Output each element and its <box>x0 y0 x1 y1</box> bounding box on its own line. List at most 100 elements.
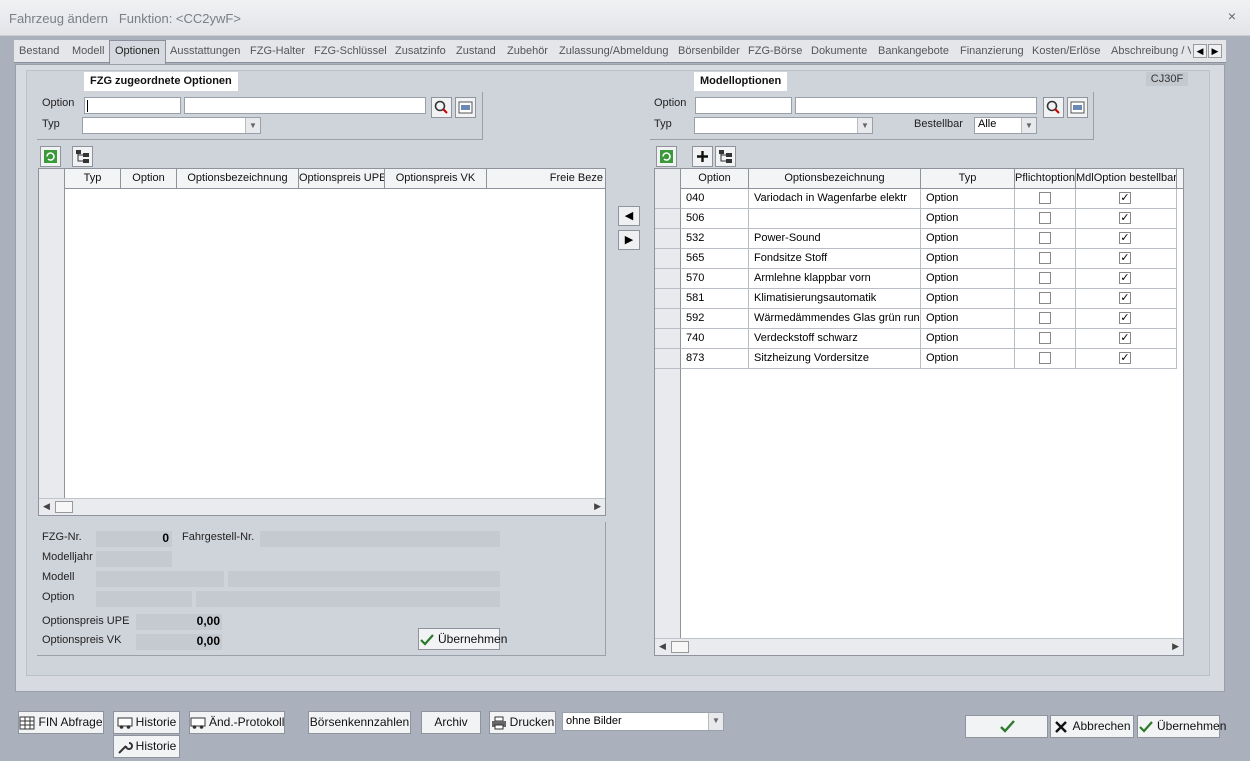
detail-uebernehmen-button[interactable]: Übernehmen <box>418 628 507 650</box>
table-row[interactable]: 565 Fondsitze Stoff Option ✓ <box>655 249 1183 269</box>
row-selector[interactable] <box>655 329 681 349</box>
cell-desc[interactable]: Variodach in Wagenfarbe elektr <box>749 189 921 209</box>
historie-sub-button[interactable]: Historie <box>113 735 180 758</box>
row-selector[interactable] <box>655 309 681 329</box>
aend-protokoll-button[interactable]: Änd.-Protokoll <box>189 711 285 734</box>
col-header-freie-bezeichnung[interactable]: Freie Beze <box>487 169 605 189</box>
table-row[interactable]: 532 Power-Sound Option ✓ <box>655 229 1183 249</box>
drucken-button[interactable]: Drucken <box>489 711 556 734</box>
pflichtoption-checkbox[interactable] <box>1039 232 1051 244</box>
chevron-down-icon[interactable]: ▼ <box>857 118 872 133</box>
cell-typ[interactable]: Option <box>921 349 1015 369</box>
tab-kosten-erloese[interactable]: Kosten/Erlöse <box>1032 44 1100 62</box>
tab-zulassung[interactable]: Zulassung/Abmeldung <box>559 44 668 62</box>
cell-typ[interactable]: Option <box>921 309 1015 329</box>
clear-filter-icon[interactable] <box>455 97 476 118</box>
right-option-input[interactable] <box>695 97 792 114</box>
tab-fzg-schluessel[interactable]: FZG-Schlüssel <box>314 44 387 62</box>
left-option-desc-input[interactable] <box>184 97 426 114</box>
table-row[interactable]: 570 Armlehne klappbar vorn Option ✓ <box>655 269 1183 289</box>
tab-bankangebote[interactable]: Bankangebote <box>878 44 949 62</box>
move-left-icon[interactable]: ◀ <box>618 206 640 226</box>
right-tree-icon[interactable] <box>715 146 736 167</box>
col-header-optionspreis-vk[interactable]: Optionspreis VK <box>385 169 487 189</box>
bestellbar-checkbox[interactable]: ✓ <box>1119 352 1131 364</box>
pflichtoption-checkbox[interactable] <box>1039 352 1051 364</box>
cell-desc[interactable]: Klimatisierungsautomatik <box>749 289 921 309</box>
col-header-option[interactable]: Option <box>121 169 177 189</box>
cell-option[interactable]: 532 <box>681 229 749 249</box>
bestellbar-checkbox[interactable]: ✓ <box>1119 332 1131 344</box>
cell-option[interactable]: 592 <box>681 309 749 329</box>
pflichtoption-checkbox[interactable] <box>1039 312 1051 324</box>
col-header-pflichtoption[interactable]: Pflichtoption <box>1015 169 1076 189</box>
col-header-typ[interactable]: Typ <box>65 169 121 189</box>
row-selector[interactable] <box>655 349 681 369</box>
cell-option[interactable]: 506 <box>681 209 749 229</box>
cell-option[interactable]: 565 <box>681 249 749 269</box>
bestellbar-checkbox[interactable]: ✓ <box>1119 232 1131 244</box>
scroll-right-icon[interactable]: ▶ <box>594 501 601 512</box>
scroll-left-icon[interactable]: ◀ <box>659 641 666 652</box>
pflichtoption-checkbox[interactable] <box>1039 292 1051 304</box>
right-horizontal-scrollbar[interactable]: ◀ ▶ <box>655 638 1183 655</box>
tab-boersenbilder[interactable]: Börsenbilder <box>678 44 740 62</box>
table-row[interactable]: 873 Sitzheizung Vordersitze Option ✓ <box>655 349 1183 369</box>
bestellbar-checkbox[interactable]: ✓ <box>1119 312 1131 324</box>
tab-zubehoer[interactable]: Zubehör <box>507 44 548 62</box>
tab-finanzierung[interactable]: Finanzierung <box>960 44 1024 62</box>
cell-desc[interactable]: Sitzheizung Vordersitze <box>749 349 921 369</box>
col-header-option[interactable]: Option <box>681 169 749 189</box>
ok-button[interactable] <box>965 715 1048 738</box>
row-selector[interactable] <box>655 289 681 309</box>
row-selector[interactable] <box>655 209 681 229</box>
archiv-button[interactable]: Archiv <box>421 711 481 734</box>
bestellbar-checkbox[interactable]: ✓ <box>1119 292 1131 304</box>
add-icon[interactable] <box>692 146 713 167</box>
uebernehmen-button[interactable]: Übernehmen <box>1137 715 1226 738</box>
table-row[interactable]: 581 Klimatisierungsautomatik Option ✓ <box>655 289 1183 309</box>
table-row[interactable]: 592 Wärmedämmendes Glas grün run Option ✓ <box>655 309 1183 329</box>
cell-typ[interactable]: Option <box>921 229 1015 249</box>
right-clear-filter-icon[interactable] <box>1067 97 1088 118</box>
tab-scroll-right-icon[interactable]: ▶ <box>1208 44 1222 58</box>
bestellbar-checkbox[interactable]: ✓ <box>1119 252 1131 264</box>
table-row[interactable]: 506 Option ✓ <box>655 209 1183 229</box>
pflichtoption-checkbox[interactable] <box>1039 272 1051 284</box>
pflichtoption-checkbox[interactable] <box>1039 212 1051 224</box>
pflichtoption-checkbox[interactable] <box>1039 192 1051 204</box>
tab-dokumente[interactable]: Dokumente <box>811 44 867 62</box>
refresh-icon[interactable] <box>40 146 61 167</box>
tree-icon[interactable] <box>72 146 93 167</box>
pflichtoption-checkbox[interactable] <box>1039 252 1051 264</box>
chevron-down-icon[interactable]: ▼ <box>1021 118 1036 133</box>
cell-desc[interactable]: Armlehne klappbar vorn <box>749 269 921 289</box>
right-option-desc-input[interactable] <box>795 97 1037 114</box>
scroll-right-icon[interactable]: ▶ <box>1172 641 1179 652</box>
pflichtoption-checkbox[interactable] <box>1039 332 1051 344</box>
search-icon[interactable] <box>431 97 452 118</box>
cell-typ[interactable]: Option <box>921 249 1015 269</box>
bestellbar-checkbox[interactable]: ✓ <box>1119 192 1131 204</box>
left-horizontal-scrollbar[interactable]: ◀ ▶ <box>39 498 605 515</box>
tab-optionen[interactable]: Optionen <box>109 40 166 64</box>
tab-ausstattungen[interactable]: Ausstattungen <box>170 44 240 62</box>
col-header-optionspreis-upe[interactable]: Optionspreis UPE <box>299 169 385 189</box>
chevron-down-icon[interactable]: ▼ <box>245 118 260 133</box>
col-header-typ[interactable]: Typ <box>921 169 1015 189</box>
tab-fzg-halter[interactable]: FZG-Halter <box>250 44 305 62</box>
right-typ-select[interactable]: ▼ <box>694 117 873 134</box>
cell-option[interactable]: 740 <box>681 329 749 349</box>
cell-typ[interactable]: Option <box>921 329 1015 349</box>
scroll-thumb[interactable] <box>55 501 73 513</box>
cell-option[interactable]: 040 <box>681 189 749 209</box>
right-search-icon[interactable] <box>1043 97 1064 118</box>
cell-desc[interactable]: Fondsitze Stoff <box>749 249 921 269</box>
cell-desc[interactable] <box>749 209 921 229</box>
scroll-left-icon[interactable]: ◀ <box>43 501 50 512</box>
cell-typ[interactable]: Option <box>921 289 1015 309</box>
abbrechen-button[interactable]: Abbrechen <box>1050 715 1134 738</box>
left-typ-select[interactable]: ▼ <box>82 117 261 134</box>
move-right-icon[interactable]: ▶ <box>618 230 640 250</box>
cell-typ[interactable]: Option <box>921 189 1015 209</box>
